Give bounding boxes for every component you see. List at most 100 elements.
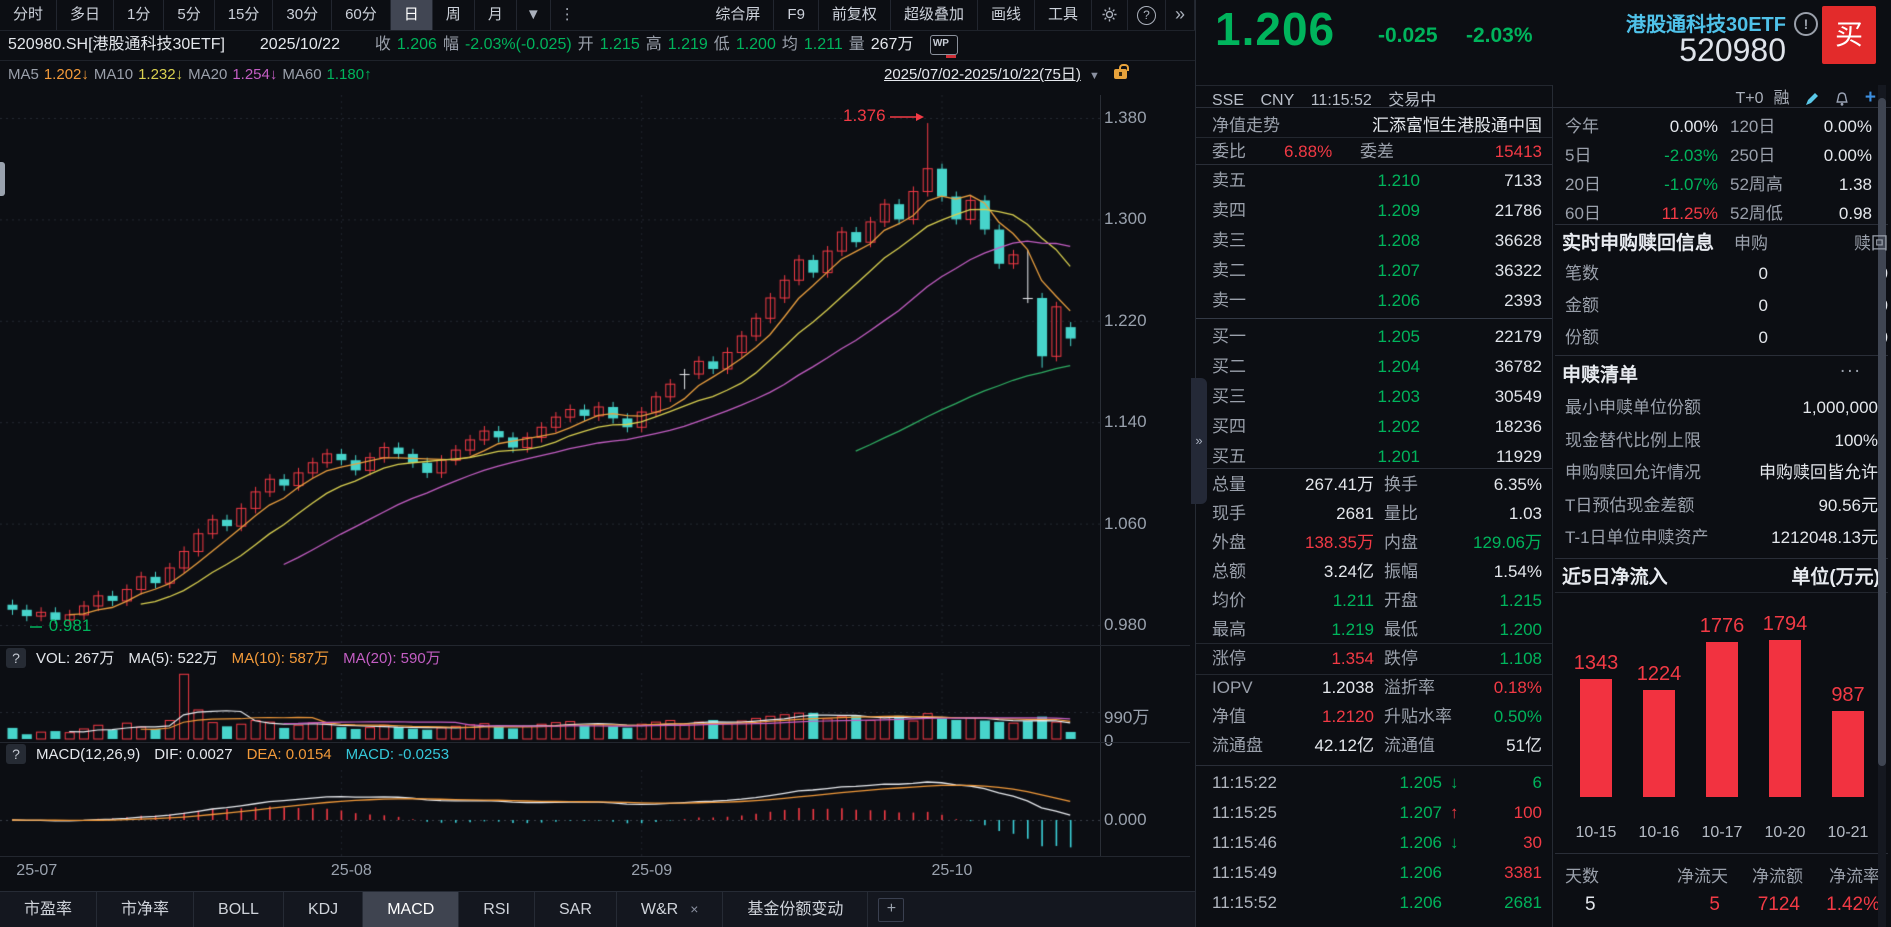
summary-header-天数: 天数 bbox=[1565, 862, 1599, 887]
perf-value: 0.00% bbox=[1670, 112, 1718, 141]
wp-window-icon[interactable]: WP bbox=[930, 35, 958, 55]
ask-row[interactable]: 卖二1.20736322 bbox=[1212, 256, 1542, 286]
perf-row: 今年0.00%120日0.00% bbox=[1565, 112, 1872, 141]
add-watch-icon[interactable]: + bbox=[1865, 87, 1876, 108]
buy-button[interactable]: 买 bbox=[1822, 6, 1876, 64]
tab-KDJ[interactable]: KDJ bbox=[284, 892, 363, 927]
period-button-1分[interactable]: 1分 bbox=[114, 0, 164, 30]
ohlc-fields: 收1.206幅-2.03%(-0.025)开1.215高1.219低1.200均… bbox=[375, 36, 920, 53]
tab-MACD[interactable]: MACD bbox=[363, 892, 459, 927]
ask-row[interactable]: 卖四1.20921786 bbox=[1212, 196, 1542, 226]
tab-基金份额变动[interactable]: 基金份额变动 bbox=[723, 892, 868, 927]
bid-row[interactable]: 买二1.20436782 bbox=[1212, 352, 1542, 382]
stat-value: 0.50% bbox=[1494, 702, 1542, 731]
period-button-日[interactable]: 日 bbox=[391, 0, 433, 30]
ask-row[interactable]: 卖三1.20836628 bbox=[1212, 226, 1542, 256]
bell-icon[interactable] bbox=[1834, 90, 1850, 107]
tick-price: 1.206 bbox=[1399, 858, 1442, 888]
field-label-低: 低 bbox=[714, 36, 730, 53]
date-range-selector[interactable]: 2025/07/02-2025/10/22(75日) ▼ bbox=[884, 64, 1127, 86]
tool-button-F9[interactable]: F9 bbox=[774, 0, 819, 30]
period-button-周[interactable]: 周 bbox=[433, 0, 475, 30]
more-ellipsis-icon[interactable]: ... bbox=[1840, 356, 1862, 378]
stat-value: 1.2120 bbox=[1322, 702, 1374, 731]
ma-value-MA20: 1.254↓ bbox=[232, 66, 277, 83]
tab-市净率[interactable]: 市净率 bbox=[97, 892, 194, 927]
more-dots-icon[interactable]: ⋮ bbox=[551, 0, 584, 30]
tick-line-icon bbox=[30, 623, 44, 631]
price-change-percent: -2.03% bbox=[1466, 24, 1533, 48]
net-inflow-dates: 10-1510-1610-1710-2010-21 bbox=[1555, 824, 1885, 848]
tick-volume: 3381 bbox=[1504, 858, 1542, 888]
expand-more-icon[interactable]: » bbox=[1166, 0, 1195, 30]
rt-label: 份额 bbox=[1565, 322, 1599, 354]
arrow-up-icon: ↑ bbox=[1450, 798, 1459, 828]
period-button-30分[interactable]: 30分 bbox=[273, 0, 332, 30]
rt-subscription-title: 实时申购赎回信息 bbox=[1562, 228, 1714, 255]
period-button-多日[interactable]: 多日 bbox=[57, 0, 114, 30]
bid-row[interactable]: 买三1.20330549 bbox=[1212, 382, 1542, 412]
bid-row[interactable]: 买一1.20522179 bbox=[1212, 322, 1542, 352]
panel-expander-handle[interactable]: » bbox=[1191, 378, 1207, 504]
pencil-icon[interactable] bbox=[1804, 90, 1820, 107]
ask-label: 卖一 bbox=[1212, 286, 1246, 316]
tab-close-icon[interactable]: × bbox=[690, 901, 698, 917]
period-button-60分[interactable]: 60分 bbox=[332, 0, 391, 30]
creation-list-value: 申购赎回皆允许 bbox=[1757, 457, 1878, 489]
field-value-高: 1.219 bbox=[668, 36, 708, 53]
macd-chart-canvas[interactable] bbox=[0, 770, 1100, 856]
tool-button-超级叠加[interactable]: 超级叠加 bbox=[891, 0, 978, 30]
tool-button-画线[interactable]: 画线 bbox=[978, 0, 1035, 30]
add-indicator-button[interactable]: + bbox=[878, 898, 904, 922]
tab-W&R[interactable]: W&R× bbox=[617, 892, 724, 927]
help-icon[interactable]: ? bbox=[1128, 0, 1166, 30]
rt-subscribe-value: 0 bbox=[1759, 290, 1768, 322]
divider bbox=[0, 645, 1190, 646]
bid-row[interactable]: 买四1.20218236 bbox=[1212, 412, 1542, 442]
macd-legend-item-3: MACD: -0.0253 bbox=[346, 746, 449, 763]
gear-icon[interactable] bbox=[1092, 0, 1128, 30]
left-panel-handle[interactable] bbox=[0, 162, 5, 196]
stat-value: 6.35% bbox=[1494, 470, 1542, 499]
tab-RSI[interactable]: RSI bbox=[459, 892, 535, 927]
help-icon[interactable]: ? bbox=[6, 648, 26, 668]
field-value-均: 1.211 bbox=[804, 36, 843, 53]
perf-label: 120日 bbox=[1730, 112, 1775, 141]
period-button-15分[interactable]: 15分 bbox=[215, 0, 274, 30]
summary-header-净流天: 净流天 bbox=[1677, 862, 1728, 887]
period-button-5分[interactable]: 5分 bbox=[164, 0, 214, 30]
time-axis-label-25-09: 25-09 bbox=[631, 862, 672, 880]
divider bbox=[1196, 674, 1552, 675]
chevron-down-icon[interactable]: ▼ bbox=[1089, 70, 1100, 82]
stat-label: 换手 bbox=[1384, 470, 1418, 499]
help-icon[interactable]: ? bbox=[6, 744, 26, 764]
tab-市盈率[interactable]: 市盈率 bbox=[0, 892, 97, 927]
stat-row: 总额3.24亿振幅1.54% bbox=[1212, 557, 1542, 586]
period-button-月[interactable]: 月 bbox=[475, 0, 517, 30]
vol-legend-item-0: VOL: 267万 bbox=[36, 650, 114, 667]
volume-axis-label: 990万 bbox=[1104, 703, 1149, 728]
chevron-down-icon[interactable]: ▼ bbox=[517, 0, 551, 30]
period-button-分时[interactable]: 分时 bbox=[0, 0, 57, 30]
tool-button-工具[interactable]: 工具 bbox=[1035, 0, 1092, 30]
ask-row[interactable]: 卖五1.2107133 bbox=[1212, 166, 1542, 196]
net-inflow-unit: 单位(万元) bbox=[1700, 562, 1880, 589]
tab-BOLL[interactable]: BOLL bbox=[194, 892, 284, 927]
vol-legend-item-1: MA(5): 522万 bbox=[128, 650, 217, 667]
bid-label: 买一 bbox=[1212, 322, 1246, 352]
tab-SAR[interactable]: SAR bbox=[535, 892, 617, 927]
stat-label: 量比 bbox=[1384, 499, 1418, 528]
scrollbar-thumb[interactable] bbox=[1878, 98, 1886, 766]
ask-row[interactable]: 卖一1.2062393 bbox=[1212, 286, 1542, 316]
candlestick-chart-canvas[interactable] bbox=[0, 95, 1100, 645]
macd-legend-item-1: DIF: 0.0027 bbox=[154, 746, 232, 763]
ask-volume: 36322 bbox=[1495, 256, 1542, 286]
nav-fund-name: 汇添富恒生港股通中国 bbox=[1372, 112, 1542, 140]
arrow-down-icon: ↓ bbox=[1450, 768, 1459, 798]
lock-icon[interactable] bbox=[1114, 69, 1127, 79]
tool-button-综合屏[interactable]: 综合屏 bbox=[702, 0, 774, 30]
tool-button-前复权[interactable]: 前复权 bbox=[819, 0, 891, 30]
info-circle-icon[interactable]: ! bbox=[1794, 12, 1818, 36]
volume-chart-canvas[interactable] bbox=[0, 673, 1100, 741]
stat-row: 总量267.41万换手6.35% bbox=[1212, 470, 1542, 499]
